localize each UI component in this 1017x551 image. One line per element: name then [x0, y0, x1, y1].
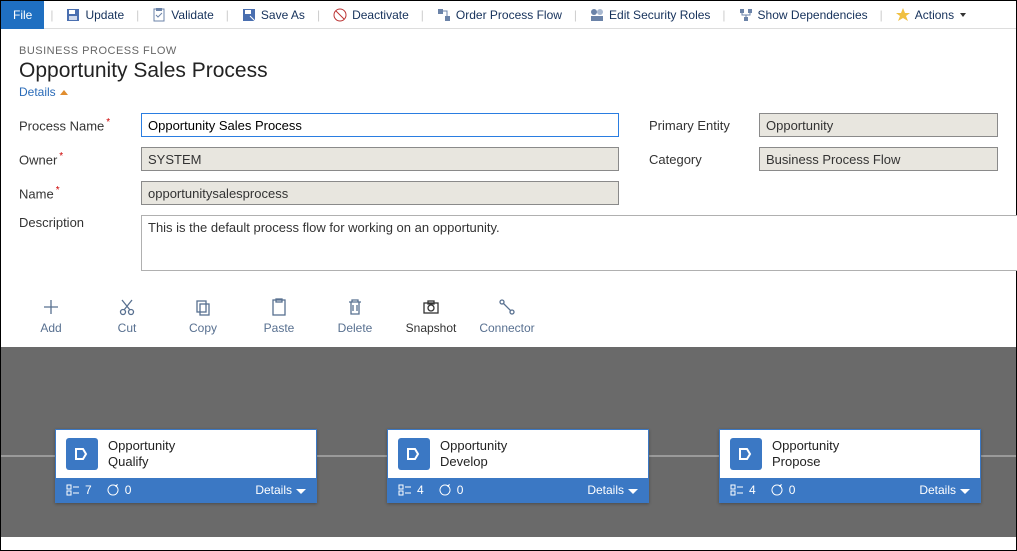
stage-icon — [730, 438, 762, 470]
snapshot-button[interactable]: Snapshot — [407, 297, 455, 335]
stage-name: Propose — [772, 454, 839, 470]
edit-security-roles-button[interactable]: Edit Security Roles — [583, 3, 716, 27]
paste-icon — [269, 297, 289, 317]
dependencies-icon — [738, 7, 754, 23]
deactivate-button[interactable]: Deactivate — [326, 3, 415, 27]
branch-count: 0 — [106, 483, 132, 497]
separator: | — [50, 8, 53, 22]
name-label: Name — [19, 185, 141, 201]
command-bar: File | Update | Validate | Save As | Dea… — [1, 1, 1016, 29]
owner-input[interactable] — [141, 147, 619, 171]
step-count: 7 — [66, 483, 92, 497]
clipboard-check-icon — [151, 7, 167, 23]
primary-entity-input[interactable] — [759, 113, 998, 137]
stage-propose[interactable]: Opportunity Propose 4 0 Details — [719, 429, 981, 503]
save-as-icon — [241, 7, 257, 23]
page-title: Opportunity Sales Process — [19, 59, 998, 83]
designer-canvas[interactable]: Opportunity Qualify 7 0 Details — [1, 347, 1016, 537]
branch-count: 0 — [770, 483, 796, 497]
save-icon — [65, 7, 81, 23]
properties-form: Process Name Owner Name Description This… — [1, 109, 1016, 291]
owner-label: Owner — [19, 151, 141, 167]
stage-qualify[interactable]: Opportunity Qualify 7 0 Details — [55, 429, 317, 503]
paste-button[interactable]: Paste — [255, 297, 303, 335]
description-label: Description — [19, 215, 141, 230]
deactivate-icon — [332, 7, 348, 23]
order-process-flow-button[interactable]: Order Process Flow — [430, 3, 568, 27]
stage-entity: Opportunity — [108, 438, 175, 454]
security-icon — [589, 7, 605, 23]
validate-button[interactable]: Validate — [145, 3, 219, 27]
order-flow-icon — [436, 7, 452, 23]
stage-name: Qualify — [108, 454, 175, 470]
stage-details-button[interactable]: Details — [587, 483, 638, 497]
category-label: Category — [649, 152, 759, 167]
entity-type: BUSINESS PROCESS FLOW — [19, 45, 998, 57]
chevron-up-icon — [60, 90, 68, 95]
stage-name: Develop — [440, 454, 507, 470]
designer-toolbar: Add Cut Copy Paste Delete Snapshot Conne… — [1, 291, 1016, 347]
details-toggle[interactable]: Details — [19, 85, 68, 99]
add-button[interactable]: Add — [27, 297, 75, 335]
process-name-label: Process Name — [19, 117, 141, 133]
process-name-input[interactable] — [141, 113, 619, 137]
save-as-button[interactable]: Save As — [235, 3, 311, 27]
primary-entity-label: Primary Entity — [649, 118, 759, 133]
delete-button[interactable]: Delete — [331, 297, 379, 335]
update-button[interactable]: Update — [59, 3, 130, 27]
stage-icon — [66, 438, 98, 470]
page-header: BUSINESS PROCESS FLOW Opportunity Sales … — [1, 29, 1016, 109]
stage-details-button[interactable]: Details — [919, 483, 970, 497]
category-input[interactable] — [759, 147, 998, 171]
chevron-down-icon — [960, 489, 970, 494]
stage-entity: Opportunity — [772, 438, 839, 454]
actions-menu[interactable]: Actions — [889, 3, 972, 27]
trash-icon — [345, 297, 365, 317]
copy-icon — [193, 297, 213, 317]
copy-button[interactable]: Copy — [179, 297, 227, 335]
description-input[interactable]: This is the default process flow for wor… — [141, 215, 1017, 271]
cut-icon — [117, 297, 137, 317]
connector-icon — [497, 297, 517, 317]
chevron-down-icon — [628, 489, 638, 494]
stage-entity: Opportunity — [440, 438, 507, 454]
branch-count: 0 — [438, 483, 464, 497]
chevron-down-icon — [296, 489, 306, 494]
stage-develop[interactable]: Opportunity Develop 4 0 Details — [387, 429, 649, 503]
name-input[interactable] — [141, 181, 619, 205]
file-menu[interactable]: File — [1, 1, 44, 29]
step-count: 4 — [398, 483, 424, 497]
stage-icon — [398, 438, 430, 470]
stage-details-button[interactable]: Details — [255, 483, 306, 497]
star-icon — [895, 7, 911, 23]
camera-icon — [421, 297, 441, 317]
connector-button[interactable]: Connector — [483, 297, 531, 335]
show-dependencies-button[interactable]: Show Dependencies — [732, 3, 874, 27]
step-count: 4 — [730, 483, 756, 497]
plus-icon — [41, 297, 61, 317]
file-label: File — [13, 8, 32, 22]
chevron-down-icon — [960, 13, 966, 17]
cut-button[interactable]: Cut — [103, 297, 151, 335]
